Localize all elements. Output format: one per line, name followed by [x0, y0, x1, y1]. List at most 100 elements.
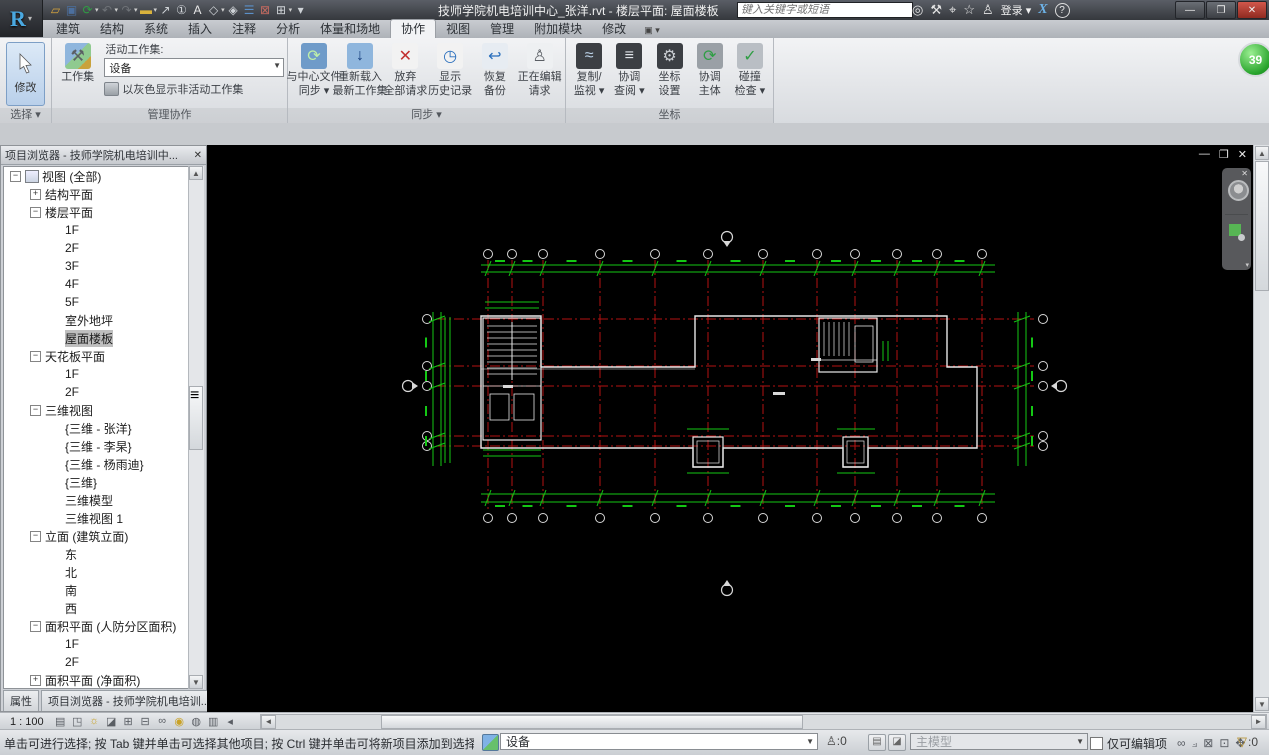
checkbox-icon[interactable] [1090, 737, 1103, 750]
modify-button[interactable]: 修改 [6, 42, 45, 106]
text-icon[interactable]: A [190, 2, 205, 18]
close-icon[interactable]: ✕ [194, 150, 202, 161]
scroll-down-icon[interactable]: ▼ [189, 675, 203, 689]
favorites-icon[interactable]: ☆ [963, 2, 975, 18]
worksets-button[interactable]: ⚒ 工作集 [55, 41, 100, 83]
reveal-hidden-elements-icon[interactable]: ◉ [171, 715, 188, 728]
scroll-down-icon[interactable]: ▼ [1255, 697, 1269, 711]
interference-check-button[interactable]: ✓ 碰撞 检查 ▾ [730, 41, 770, 97]
user-icon[interactable]: ♙ [982, 2, 994, 18]
tree-item[interactable]: {三维} [4, 473, 203, 491]
drawing-area[interactable]: — ❐ ✕ ✕ ▾ [207, 145, 1253, 712]
collapse-icon[interactable]: − [30, 530, 41, 542]
tree-item[interactable]: 5F [4, 293, 203, 311]
section-icon[interactable]: ◈ [226, 2, 241, 18]
tree-item[interactable]: − 三维视图 [4, 401, 203, 419]
tab-分析[interactable]: 分析 [266, 20, 310, 38]
expand-icon[interactable]: + [30, 674, 41, 686]
scroll-up-icon[interactable]: ▲ [1255, 146, 1269, 160]
tab-体量和场地[interactable]: 体量和场地 [310, 20, 390, 38]
visual-style-icon[interactable]: ◳ [69, 715, 86, 728]
detail-level-icon[interactable]: ▤ [52, 715, 69, 728]
tab-管理[interactable]: 管理 [480, 20, 524, 38]
measure-icon[interactable]: ▬ [139, 2, 154, 18]
copy-monitor-button[interactable]: ≈ 复制/监视 ▾ [569, 41, 609, 97]
collapse-icon[interactable]: − [30, 620, 41, 632]
tab-结构[interactable]: 结构 [90, 20, 134, 38]
coordination-settings-button[interactable]: ⚙ 坐标 设置 [649, 41, 689, 97]
tab-附加模块[interactable]: 附加模块 [524, 20, 592, 38]
expand-icon[interactable]: + [30, 188, 41, 200]
gray-inactive-worksets-toggle[interactable]: 以灰色显示非活动工作集 [104, 81, 284, 97]
communication-center-icon[interactable]: ⌖ [949, 2, 956, 18]
steering-wheel-icon[interactable] [1228, 180, 1249, 201]
tab-插入[interactable]: 插入 [178, 20, 222, 38]
tree-item[interactable]: − 立面 (建筑立面) [4, 527, 203, 545]
tree-item[interactable]: 3F [4, 257, 203, 275]
chevron-down-icon[interactable]: ▾ [289, 6, 293, 14]
tree-item[interactable]: 西 [4, 599, 203, 617]
canvas-vertical-scrollbar[interactable]: ▲ ▼ [1253, 145, 1269, 712]
search-icon[interactable]: ◎ [912, 2, 923, 18]
collapse-icon[interactable]: − [30, 350, 41, 362]
restore-button[interactable]: ❐ [1206, 1, 1236, 19]
synchronize-panel-label[interactable]: 同步 ▾ [288, 108, 565, 123]
show-history-button[interactable]: ◷ 显示 历史记录 [428, 41, 473, 97]
view-minimize-icon[interactable]: — [1199, 148, 1210, 161]
press-drag-icon[interactable]: ∞ [1177, 736, 1186, 751]
collapse-icon[interactable]: − [10, 170, 21, 182]
aligned-dimension-icon[interactable]: ↗ [158, 2, 173, 18]
canvas-horizontal-scrollbar[interactable]: ◄ ► [260, 714, 1267, 730]
temporary-view-properties-icon[interactable]: ▥ [205, 715, 222, 728]
thin-lines-icon[interactable]: ☰ [242, 2, 257, 18]
default-3d-view-icon[interactable]: ◇ [206, 2, 221, 18]
tab-注释[interactable]: 注释 [222, 20, 266, 38]
tree-item[interactable]: 4F [4, 275, 203, 293]
switch-windows-icon[interactable]: ⊞ [274, 2, 289, 18]
navbar-close-icon[interactable]: ✕ [1241, 169, 1248, 178]
exchange-apps-icon[interactable]: X [1038, 2, 1047, 18]
design-options-icon[interactable]: ▤ [868, 734, 886, 751]
tree-item[interactable]: − 楼层平面 [4, 203, 203, 221]
redo-icon[interactable]: ↷ [119, 2, 134, 18]
tree-item[interactable]: 三维视图 1 [4, 509, 203, 527]
tree-item[interactable]: {三维 - 张洋} [4, 419, 203, 437]
scroll-right-icon[interactable]: ► [1251, 715, 1266, 729]
view-scale-button[interactable]: 1 : 100 [10, 716, 44, 728]
tree-item[interactable]: 东 [4, 545, 203, 563]
project-browser-titlebar[interactable]: 项目浏览器 - 技师学院机电培训中... ✕ [1, 146, 206, 165]
login-button[interactable]: 登录 ▾ [1001, 2, 1032, 18]
chevron-down-icon[interactable]: ▾ [95, 6, 99, 14]
editable-only-checkbox[interactable]: 仅可编辑项 ∞ ⟓ ⊠ ⊡ ✥ [1090, 735, 1245, 752]
filter-button[interactable]: ▽ :0 [1237, 734, 1258, 750]
subscription-icon[interactable]: ⚒ [930, 2, 942, 18]
sync-with-central-icon[interactable]: ⟳ [80, 2, 95, 18]
sun-path-icon[interactable]: ☼ [86, 715, 103, 728]
collapse-icon[interactable]: ◂ [222, 715, 239, 728]
tree-item[interactable]: + 结构平面 [4, 185, 203, 203]
application-menu-button[interactable]: R ▾ [0, 0, 43, 37]
tree-item[interactable]: 南 [4, 581, 203, 599]
tree-item[interactable]: 1F [4, 365, 203, 383]
qat-customize-icon[interactable]: ▾ [293, 2, 308, 18]
select-links-icon[interactable]: ⟓ [1192, 736, 1198, 751]
chevron-down-icon[interactable]: ▾ [115, 6, 119, 14]
collapse-icon[interactable]: − [30, 206, 41, 218]
close-hidden-windows-icon[interactable]: ⊠ [258, 2, 273, 18]
crop-region-visible-icon[interactable]: ⊟ [137, 715, 154, 728]
tab-视图[interactable]: 视图 [436, 20, 480, 38]
tree-item[interactable]: 2F [4, 383, 203, 401]
tree-item[interactable]: 北 [4, 563, 203, 581]
tab-建筑[interactable]: 建筑 [46, 20, 90, 38]
editing-requests-button[interactable]: ♙ 正在编辑 请求 [517, 41, 562, 97]
scroll-left-icon[interactable]: ◄ [261, 715, 276, 729]
collapse-icon[interactable]: − [30, 404, 41, 416]
crop-view-icon[interactable]: ⊞ [120, 715, 137, 728]
view-close-icon[interactable]: ✕ [1238, 148, 1247, 161]
tree-item[interactable]: 2F [4, 239, 203, 257]
navbar-options-icon[interactable]: ▾ [1245, 261, 1249, 269]
tree-item[interactable]: 1F [4, 221, 203, 239]
tree-item[interactable]: 屋面楼板 [4, 329, 203, 347]
tag-icon[interactable]: ① [174, 2, 189, 18]
design-option-dropdown[interactable]: 主模型 ▼ [910, 733, 1088, 750]
